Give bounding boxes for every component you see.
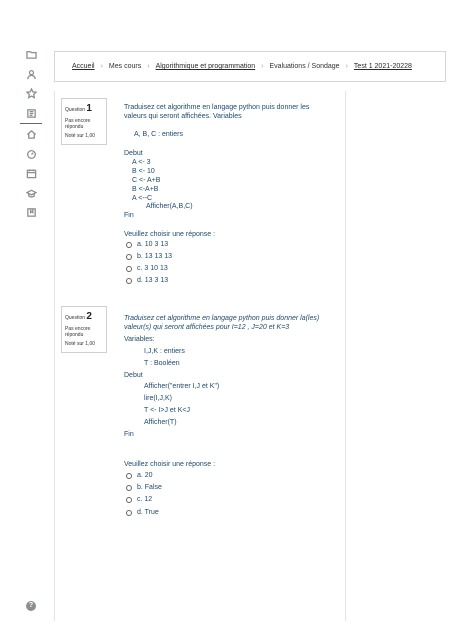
question-2-option-a[interactable]: a. 20 — [126, 472, 153, 479]
question-2-code-line: lire(I,J,K) — [144, 395, 172, 402]
graduation-icon[interactable] — [24, 186, 38, 200]
question-1-option-d[interactable]: d. 13 3 13 — [126, 277, 168, 284]
breadcrumb-quiz-link[interactable]: Test 1 2021-20228 — [354, 63, 412, 70]
option-label: b. 13 13 13 — [137, 253, 173, 260]
option-label: d. 13 3 13 — [137, 277, 169, 284]
radio-button[interactable] — [126, 484, 132, 491]
bookmark-icon[interactable] — [24, 205, 38, 219]
star-icon[interactable] — [24, 86, 38, 100]
breadcrumb-my-courses-link[interactable]: Mes cours — [109, 63, 141, 70]
option-label: c. 3 10 13 — [137, 265, 168, 272]
question-2-prompt-line1: Traduisez cet algorithme en langage pyth… — [124, 315, 320, 322]
question-2-code-line: Afficher(T) — [144, 419, 177, 426]
book-icon[interactable] — [24, 106, 38, 120]
question-status: Pas encore répondu — [65, 117, 91, 131]
dashboard-icon[interactable] — [24, 147, 38, 161]
breadcrumb-section[interactable]: Evaluations / Sondage — [270, 63, 340, 70]
radio-button[interactable] — [126, 241, 132, 248]
radio-button[interactable] — [126, 265, 132, 272]
home-icon[interactable] — [24, 127, 38, 141]
question-2-code-line: I,J,K : entiers — [144, 348, 185, 355]
question-2-option-c[interactable]: c. 12 — [126, 496, 152, 503]
radio-button[interactable] — [126, 253, 132, 260]
question-1-code-line: A, B, C : entiers — [134, 131, 184, 138]
option-label: d. True — [137, 509, 159, 516]
main-content-frame — [54, 91, 346, 621]
question-2-code-line: Variables: — [124, 336, 155, 343]
chevron-right-icon: › — [147, 63, 150, 70]
question-2-code-line: T : Booléen — [144, 360, 180, 367]
option-label: a. 20 — [137, 472, 153, 479]
radio-button[interactable] — [126, 496, 132, 503]
question-mark: Noté sur 1,00 — [65, 133, 96, 139]
question-1-option-b[interactable]: b. 13 13 13 — [126, 253, 172, 260]
chevron-right-icon: › — [100, 63, 103, 70]
question-1-code-line: B <-A+B — [132, 186, 159, 193]
radio-button[interactable] — [126, 277, 132, 284]
question-2-code-line: Afficher("entrer I,J et K") — [144, 383, 220, 390]
breadcrumb-home-link[interactable]: Accueil — [72, 63, 95, 70]
option-label: c. 12 — [137, 496, 153, 503]
question-2-code-line: Debut — [124, 372, 143, 379]
option-label: a. 10 3 13 — [137, 241, 169, 248]
question-number: 2 — [86, 311, 92, 322]
question-2-code-line: T <- I>J et K<J — [144, 407, 190, 414]
question-2-choose-label: Veuillez choisir une réponse : — [124, 461, 216, 468]
help-icon[interactable]: ? — [26, 601, 36, 611]
calendar-icon[interactable] — [24, 166, 38, 180]
question-status: Pas encore répondu — [65, 325, 91, 339]
folder-icon[interactable] — [24, 47, 38, 61]
question-number: 1 — [86, 103, 92, 114]
question-1-option-c[interactable]: c. 3 10 13 — [126, 265, 168, 272]
option-label: b. False — [137, 484, 162, 491]
breadcrumb-course-link[interactable]: Algorithmique et programmation — [156, 63, 256, 70]
question-1-code-line: A <- 3 — [132, 159, 151, 166]
radio-button[interactable] — [126, 509, 132, 516]
question-mark: Noté sur 1,00 — [65, 341, 96, 347]
chevron-right-icon: › — [261, 63, 264, 70]
question-1-code-line: Debut — [124, 150, 143, 157]
chevron-right-icon: › — [345, 63, 348, 70]
question-1-prompt-line2: valeurs qui seront affichées. Variables — [124, 113, 242, 120]
question-1-prompt-line1: Traduisez cet algorithme en langage pyth… — [124, 104, 310, 111]
radio-button[interactable] — [126, 472, 132, 479]
question-2-prompt-line2: valeur(s) qui seront affichées pour I=12… — [124, 324, 290, 331]
question-1-choose-label: Veuillez choisir une réponse : — [124, 231, 216, 238]
question-1-option-a[interactable]: a. 10 3 13 — [126, 241, 168, 248]
question-2-option-d[interactable]: d. True — [126, 509, 159, 516]
rail-active-indicator — [20, 123, 42, 124]
question-1-code-line: Fin — [124, 212, 134, 219]
user-icon[interactable] — [24, 67, 38, 81]
question-1-code-line: A <--C — [132, 195, 153, 202]
question-2-info: Question 2 Pas encore répondu Noté sur 1… — [61, 306, 107, 353]
breadcrumb: Accueil › Mes cours › Algorithmique et p… — [54, 51, 446, 82]
question-2-option-b[interactable]: b. False — [126, 484, 162, 491]
question-1-code-line: C <- A+B — [132, 177, 161, 184]
question-label: Question — [65, 107, 86, 113]
question-1-code-line: Afficher(A,B,C) — [146, 203, 193, 210]
question-1-code-line: B <- 10 — [132, 168, 155, 175]
question-label: Question — [65, 315, 86, 321]
question-2-code-line: Fin — [124, 431, 134, 438]
question-1-info: Question 1 Pas encore répondu Noté sur 1… — [61, 98, 107, 145]
